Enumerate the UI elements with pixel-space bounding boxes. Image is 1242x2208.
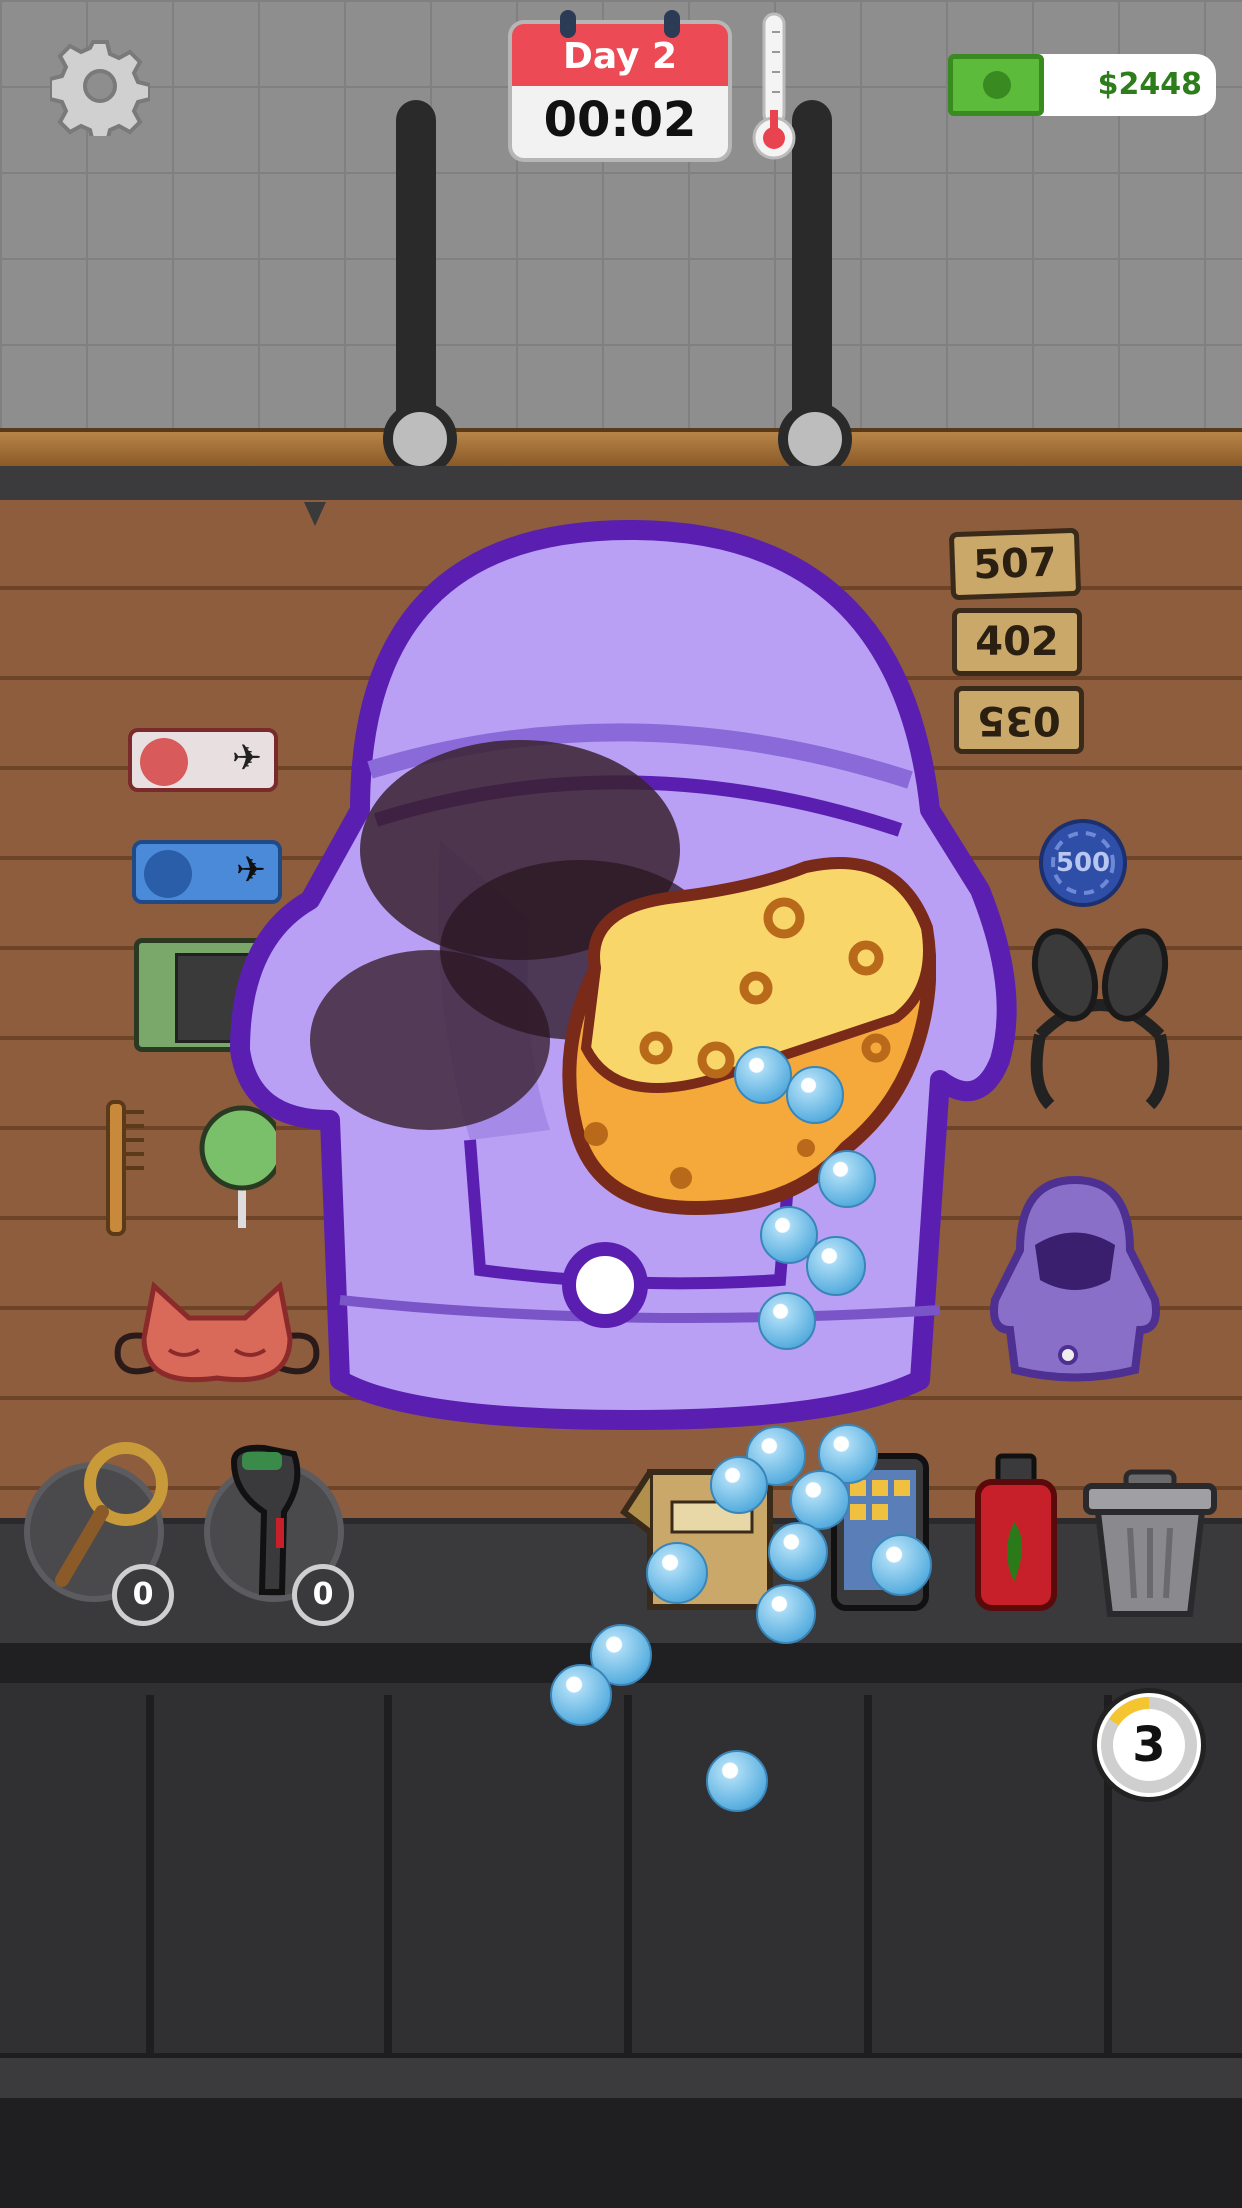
chip-value: 500: [1055, 848, 1111, 878]
soap-bubble: [806, 1236, 866, 1296]
soap-bubble: [786, 1066, 844, 1124]
calendar-ring: [664, 10, 680, 38]
soap-bubble: [790, 1470, 850, 1530]
soap-bubble: [756, 1584, 816, 1644]
casino-chip[interactable]: 500: [1038, 818, 1128, 908]
customers-remaining-count: 3: [1132, 1717, 1166, 1773]
calendar-ring: [560, 10, 576, 38]
lower-cabinet: [0, 1683, 1242, 2053]
hot-sauce[interactable]: [970, 1452, 1060, 1612]
hanger-rail: [0, 428, 1242, 470]
soap-bubble: [550, 1664, 612, 1726]
landmark-icon: [144, 850, 192, 898]
rail-shadow: [0, 466, 1242, 502]
gear-icon[interactable]: [48, 36, 152, 144]
money-counter: $2448: [948, 54, 1216, 116]
cabinet-divider: [146, 1695, 154, 2055]
day-calendar: Day 2 00:02: [508, 10, 732, 162]
magnifier-count: 0: [112, 1564, 174, 1626]
rail-ring-right: [778, 402, 852, 476]
customers-remaining: 3: [1092, 1688, 1206, 1802]
soap-bubble: [706, 1750, 768, 1812]
soap-bubble: [768, 1522, 828, 1582]
cabinet-divider: [384, 1695, 392, 2055]
hanger-pole-right: [792, 100, 832, 430]
floor-strip: [0, 2053, 1242, 2103]
cabinet-divider: [864, 1695, 872, 2055]
floor-bottom: [0, 2098, 1242, 2208]
thermometer-icon: [752, 12, 796, 162]
trash-can[interactable]: [1080, 1468, 1220, 1618]
soap-bubble: [818, 1150, 876, 1208]
soap-bubble: [758, 1292, 816, 1350]
hanger-pole-left: [396, 100, 436, 430]
day-label: Day 2: [508, 20, 732, 86]
cash-icon: [948, 54, 1044, 116]
sponge[interactable]: [556, 848, 936, 1228]
comb[interactable]: [104, 1098, 150, 1238]
cabinet-divider: [624, 1695, 632, 2055]
scanner-count: 0: [292, 1564, 354, 1626]
rail-ring-left: [383, 402, 457, 476]
day-timer: 00:02: [508, 86, 732, 162]
soap-bubble: [710, 1456, 768, 1514]
landmark-icon: [140, 738, 188, 786]
soap-bubble: [870, 1534, 932, 1596]
soap-bubble: [734, 1046, 792, 1104]
soap-bubble: [646, 1542, 708, 1604]
